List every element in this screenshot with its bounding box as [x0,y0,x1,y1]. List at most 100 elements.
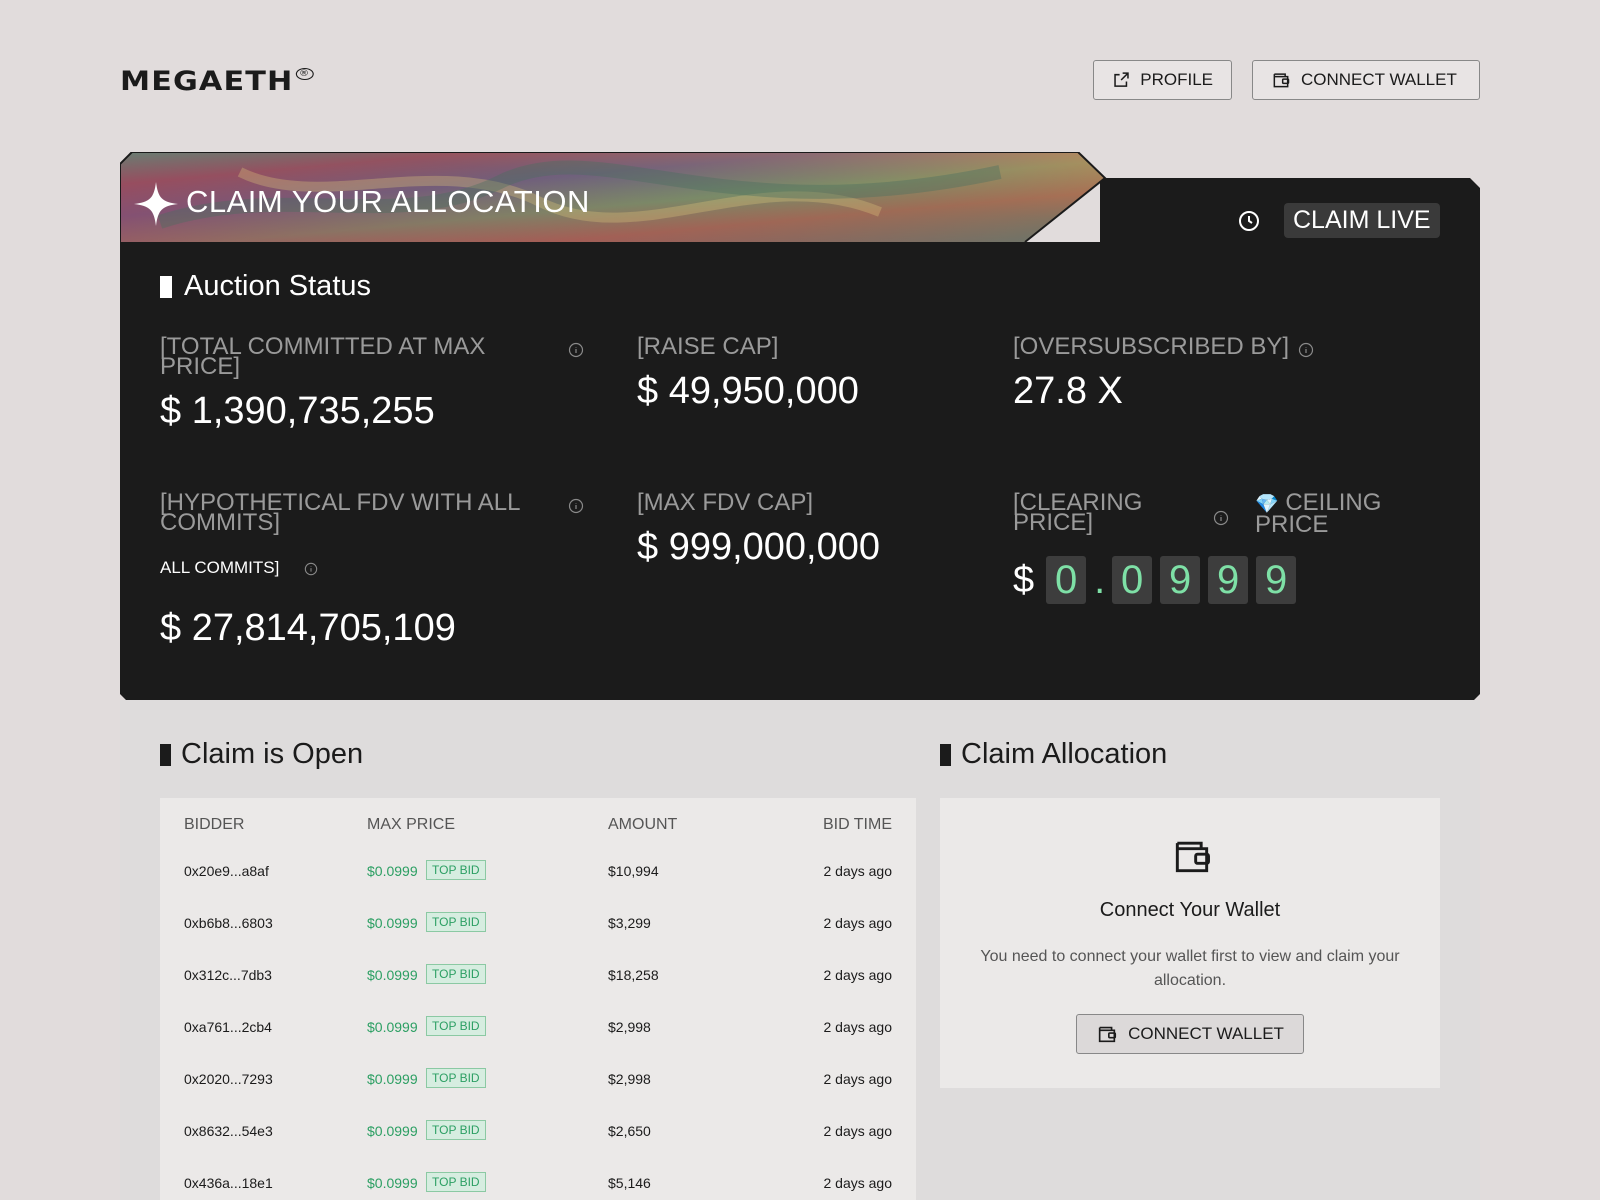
table-row[interactable]: 0x312c...7db3 $0.0999 TOP BID $18,258 2 … [160,964,916,1019]
claim-allocation-panel: Connect Your Wallet You need to connect … [940,798,1440,1088]
bidder-address[interactable]: 0x8632...54e3 [184,1123,273,1139]
clock-icon [1239,211,1259,231]
max-fdv-value: $ 999,000,000 [637,526,881,568]
connect-wallet-button-label: CONNECT WALLET [1301,70,1457,89]
claim-allocation-title-text: Claim Allocation [961,738,1168,770]
table-row[interactable]: 0xb6b8...6803 $0.0999 TOP BID $3,299 2 d… [160,912,916,967]
logo-text: MEGAETH [120,66,294,97]
sparkle-icon [134,182,178,226]
external-link-icon [1114,72,1129,87]
bidder-address[interactable]: 0xa761...2cb4 [184,1019,272,1035]
bidder-address[interactable]: 0x436a...18e1 [184,1175,273,1191]
connect-wallet-panel-button-label: CONNECT WALLET [1128,1024,1284,1043]
auction-status-title: Auction Status [160,270,371,303]
column-header-max-price[interactable]: MAX PRICE [367,816,455,834]
max-price: $0.0999 [367,1019,418,1035]
connect-wallet-description: You need to connect your wallet first to… [980,948,1400,989]
max-fdv-label: [MAX FDV CAP] [637,489,814,516]
bid-time: 2 days ago [823,1019,893,1035]
top-bid-badge: TOP BID [426,1016,486,1036]
auction-card: CLAIM YOUR ALLOCATION CLAIM LIVE Auction… [120,152,1480,700]
bid-time: 2 days ago [823,863,893,879]
bid-time: 2 days ago [823,1071,893,1087]
logo[interactable]: MEGAETH ® [120,66,314,97]
table-row[interactable]: 0xa761...2cb4 $0.0999 TOP BID $2,998 2 d… [160,1016,916,1071]
bid-amount: $3,299 [608,915,651,931]
clearing-price-display: $ 0 . 0 9 9 9 [1013,556,1297,604]
claim-live-badge: CLAIM LIVE [1284,203,1440,238]
profile-button-label: PROFILE [1140,70,1213,89]
info-icon[interactable] [1213,510,1229,526]
bid-amount: $10,994 [608,863,659,879]
bid-amount: $18,258 [608,967,659,983]
raise-cap-value: $ 49,950,000 [637,370,859,412]
claim-section: Claim is Open Claim Allocation BIDDER MA… [120,700,1480,1200]
connect-wallet-button[interactable]: CONNECT WALLET [1252,60,1480,100]
price-digit: 9 [1256,556,1297,604]
table-row[interactable]: 0x436a...18e1 $0.0999 TOP BID $5,146 2 d… [160,1172,916,1200]
bidder-address[interactable]: 0x312c...7db3 [184,967,272,983]
column-header-amount[interactable]: AMOUNT [608,816,677,834]
max-price: $0.0999 [367,1071,418,1087]
max-price: $0.0999 [367,1175,418,1191]
claim-open-title-text: Claim is Open [181,738,364,770]
top-bid-badge: TOP BID [426,1120,486,1140]
total-committed-value: $ 1,390,735,255 [160,390,435,432]
info-icon[interactable] [568,498,584,514]
wallet-icon [1098,1026,1117,1043]
table-row[interactable]: 0x20e9...a8af $0.0999 TOP BID $10,994 2 … [160,860,916,915]
wallet-icon [1175,841,1210,873]
top-bid-badge: TOP BID [426,1172,486,1192]
column-header-bid-time[interactable]: BID TIME [823,816,892,834]
claim-open-title: Claim is Open [160,738,363,771]
connect-wallet-panel-button[interactable]: CONNECT WALLET [1076,1014,1304,1054]
bid-time: 2 days ago [823,1175,893,1191]
table-row[interactable]: 0x8632...54e3 $0.0999 TOP BID $2,650 2 d… [160,1120,916,1175]
max-price: $0.0999 [367,863,418,879]
bid-amount: $2,650 [608,1123,651,1139]
bid-time: 2 days ago [823,967,893,983]
top-bid-badge: TOP BID [426,860,486,880]
bid-amount: $5,146 [608,1175,651,1191]
max-price: $0.0999 [367,967,418,983]
top-bid-badge: TOP BID [426,912,486,932]
auction-status-title-text: Auction Status [184,270,371,302]
price-decimal-point: . [1094,558,1106,602]
top-bid-badge: TOP BID [426,1068,486,1088]
claim-allocation-title: Claim Allocation [940,738,1167,771]
max-price: $0.0999 [367,915,418,931]
price-digit: 9 [1160,556,1201,604]
table-row[interactable]: 0x2020...7293 $0.0999 TOP BID $2,998 2 d… [160,1068,916,1123]
max-price: $0.0999 [367,1123,418,1139]
clearing-price-label: [CLEARING PRICE] [1013,489,1143,536]
bidder-address[interactable]: 0xb6b8...6803 [184,915,273,931]
hypothetical-fdv-label: [HYPOTHETICAL FDV WITH ALL COMMITS] [160,489,520,536]
price-currency: $ [1013,559,1035,601]
ceiling-price-label: 💎 CEILING PRICE [1255,491,1395,537]
hypothetical-fdv-sublabel: ALL COMMITS] [160,558,280,577]
info-icon[interactable] [1298,342,1314,358]
bid-time: 2 days ago [823,1123,893,1139]
column-header-bidder[interactable]: BIDDER [184,816,244,834]
oversubscribed-value: 27.8 X [1013,370,1123,412]
section-bar [160,275,172,298]
profile-button[interactable]: PROFILE [1093,60,1232,100]
bids-table: BIDDER MAX PRICE AMOUNT BID TIME 0x20e9.… [160,798,916,1200]
bidder-address[interactable]: 0x20e9...a8af [184,863,269,879]
total-committed-label: [TOTAL COMMITTED AT MAX PRICE] [160,333,486,380]
bidder-address[interactable]: 0x2020...7293 [184,1071,273,1087]
price-digit: 0 [1046,556,1087,604]
bid-amount: $2,998 [608,1019,651,1035]
section-bar [940,743,951,766]
info-icon[interactable] [304,562,318,576]
section-bar [160,743,171,766]
info-icon[interactable] [568,342,584,358]
top-bid-badge: TOP BID [426,964,486,984]
hypothetical-fdv-value: $ 27,814,705,109 [160,607,456,649]
logo-registered-mark: ® [295,68,314,80]
oversubscribed-label: [OVERSUBSCRIBED BY] [1013,333,1290,360]
raise-cap-label: [RAISE CAP] [637,333,779,360]
banner-title: CLAIM YOUR ALLOCATION [186,184,590,219]
wallet-icon [1273,73,1290,88]
bid-amount: $2,998 [608,1071,651,1087]
